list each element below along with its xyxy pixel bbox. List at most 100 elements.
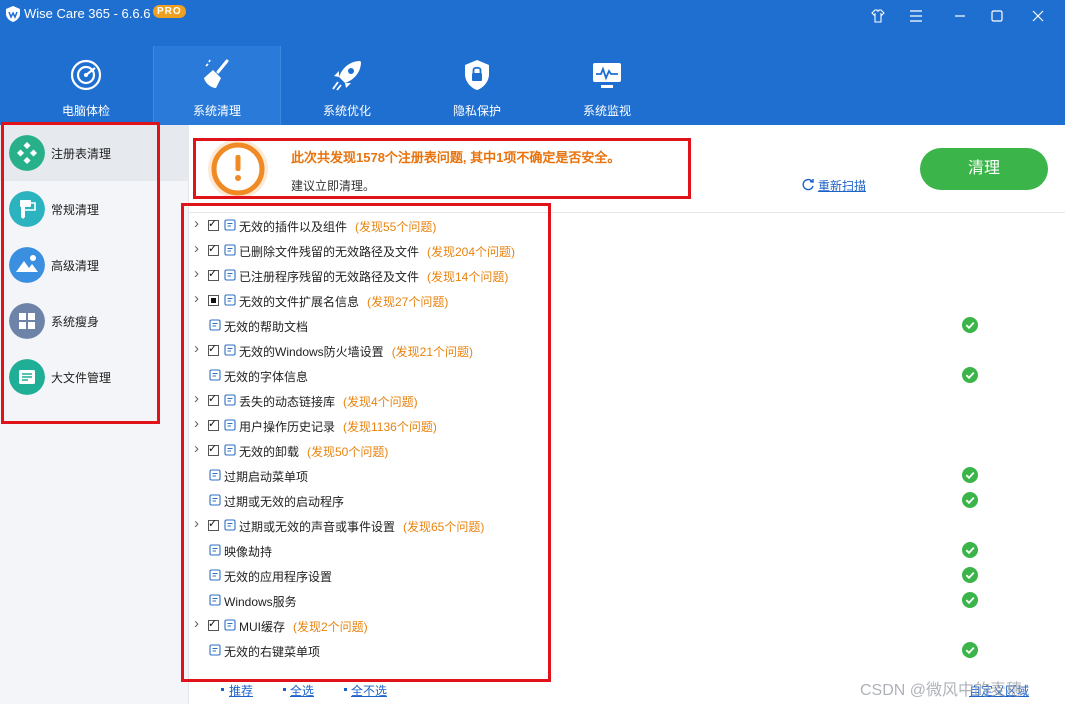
history-icon: [224, 419, 236, 431]
close-icon[interactable]: [1028, 6, 1048, 26]
brush-icon: [9, 191, 45, 227]
expand-chevron-icon[interactable]: ›: [194, 240, 199, 257]
radar-icon: [70, 59, 102, 91]
issue-count: (发现14个问题): [427, 270, 509, 284]
registry-issue-row[interactable]: › ✓ 无效的插件以及组件 (发现55个问题): [189, 213, 1065, 238]
expand-chevron-icon[interactable]: ›: [194, 340, 199, 357]
issue-checkbox[interactable]: [208, 295, 219, 306]
title-bar: Wise Care 365 - 6.6.6 PRO: [0, 0, 1065, 30]
issue-name: 映像劫持: [224, 545, 273, 559]
issue-label-group: MUI缓存 (发现2个问题): [239, 618, 368, 635]
registry-issue-row[interactable]: › ✓ 无效的Windows防火墙设置 (发现21个问题): [189, 338, 1065, 363]
registry-issue-row[interactable]: 无效的右键菜单项: [189, 638, 1065, 663]
registry-issue-row[interactable]: › 无效的文件扩展名信息 (发现27个问题): [189, 288, 1065, 313]
issue-checkbox[interactable]: ✓: [208, 218, 219, 231]
expand-chevron-icon[interactable]: ›: [194, 415, 199, 432]
registry-issue-row[interactable]: › ✓ MUI缓存 (发现2个问题): [189, 613, 1065, 638]
clean-button[interactable]: 清理: [920, 148, 1048, 190]
sidebar-item-label: 注册表清理: [51, 147, 112, 161]
issue-checkbox[interactable]: ✓: [208, 618, 219, 631]
skin-icon[interactable]: [868, 6, 888, 26]
registry-issue-row[interactable]: Windows服务: [189, 588, 1065, 613]
expand-chevron-icon[interactable]: ›: [194, 615, 199, 632]
select-all-link[interactable]: 全选: [290, 682, 314, 699]
issue-checkbox[interactable]: ✓: [208, 518, 219, 531]
registry-icon: [9, 135, 45, 171]
select-none-link[interactable]: 全不选: [351, 682, 387, 699]
checkmark-icon: ✓: [208, 218, 218, 230]
sidebar-item-label: 高级清理: [51, 259, 100, 273]
expand-chevron-icon[interactable]: ›: [194, 390, 199, 407]
issue-label-group: 无效的卸载 (发现50个问题): [239, 443, 388, 460]
refresh-icon: [802, 178, 814, 191]
checkmark-icon: ✓: [208, 443, 218, 455]
issue-checkbox[interactable]: ✓: [208, 418, 219, 431]
registry-issue-row[interactable]: 无效的字体信息: [189, 363, 1065, 388]
registry-issue-row[interactable]: › ✓ 过期或无效的声音或事件设置 (发现65个问题): [189, 513, 1065, 538]
expand-chevron-icon[interactable]: ›: [194, 515, 199, 532]
ok-check-icon: [962, 467, 978, 483]
issue-label-group: 用户操作历史记录 (发现1136个问题): [239, 418, 437, 435]
tab-privacy-protect[interactable]: 隐私保护: [413, 46, 541, 125]
issue-name: 无效的文件扩展名信息: [239, 295, 360, 309]
issue-checkbox[interactable]: ✓: [208, 343, 219, 356]
registry-issue-row[interactable]: › ✓ 用户操作历史记录 (发现1136个问题): [189, 413, 1065, 438]
uninstall-icon: [224, 444, 236, 456]
tab-pc-checkup[interactable]: 电脑体检: [22, 46, 150, 125]
sidebar-item-regular-clean[interactable]: 常规清理: [0, 181, 189, 237]
windows-icon: [9, 303, 45, 339]
expand-chevron-icon[interactable]: ›: [194, 265, 199, 282]
menu-icon[interactable]: [906, 6, 926, 26]
monitor-icon: [593, 63, 621, 88]
scan-summary-subtitle: 建议立即清理。: [291, 179, 376, 193]
issue-name: 无效的卸载: [239, 445, 300, 459]
issue-checkbox[interactable]: ✓: [208, 243, 219, 256]
scan-result-header: 此次共发现1578个注册表问题, 其中1项不确定是否安全。 建议立即清理。 重新…: [189, 125, 1065, 213]
lock-shield-icon: [465, 60, 489, 90]
expand-chevron-icon[interactable]: ›: [194, 440, 199, 457]
issue-count: (发现27个问题): [367, 295, 449, 309]
recommend-link[interactable]: 推荐: [229, 682, 253, 699]
issue-label-group: 无效的插件以及组件 (发现55个问题): [239, 218, 436, 235]
issue-label-group: 无效的Windows防火墙设置 (发现21个问题): [239, 343, 473, 360]
registry-issue-row[interactable]: › ✓ 无效的卸载 (发现50个问题): [189, 438, 1065, 463]
tab-system-clean[interactable]: 系统清理: [153, 46, 281, 125]
sidebar-item-advanced-clean[interactable]: 高级清理: [0, 237, 189, 293]
issue-count: (发现21个问题): [391, 345, 474, 359]
sidebar-item-registry-clean[interactable]: 注册表清理: [0, 125, 189, 181]
issue-checkbox[interactable]: ✓: [208, 268, 219, 281]
app-title: Wise Care 365 - 6.6.6: [24, 6, 151, 21]
registry-issue-row[interactable]: › ✓ 丢失的动态链接库 (发现4个问题): [189, 388, 1065, 413]
expand-chevron-icon[interactable]: ›: [194, 290, 199, 307]
mouse-icon: [209, 644, 221, 656]
registry-issue-row[interactable]: › ✓ 已删除文件残留的无效路径及文件 (发现204个问题): [189, 238, 1065, 263]
issue-name: 过期或无效的声音或事件设置: [239, 520, 396, 534]
registry-issue-row[interactable]: 过期启动菜单项: [189, 463, 1065, 488]
registry-issue-row[interactable]: 映像劫持: [189, 538, 1065, 563]
watermark: CSDN @微风中的麦穗: [860, 682, 1023, 699]
registry-issue-row[interactable]: 无效的帮助文档: [189, 313, 1065, 338]
scan-summary-title: 此次共发现1578个注册表问题, 其中1项不确定是否安全。: [291, 150, 621, 165]
sidebar-item-large-file-manager[interactable]: 大文件管理: [0, 349, 189, 405]
issue-name: 无效的帮助文档: [224, 320, 309, 334]
issue-checkbox[interactable]: ✓: [208, 393, 219, 406]
rescan-link[interactable]: 重新扫描: [818, 177, 866, 194]
registry-issue-row[interactable]: › ✓ 已注册程序残留的无效路径及文件 (发现14个问题): [189, 263, 1065, 288]
expand-chevron-icon[interactable]: ›: [194, 215, 199, 232]
issue-count: (发现50个问题): [307, 445, 389, 459]
issue-name: 无效的应用程序设置: [224, 570, 333, 584]
checkmark-icon: ✓: [208, 268, 218, 280]
ok-check-icon: [962, 367, 978, 383]
sidebar-item-system-slim[interactable]: 系统瘦身: [0, 293, 189, 349]
firewall-shield-icon: [224, 344, 236, 356]
issue-name: 已注册程序残留的无效路径及文件: [239, 270, 420, 284]
tab-system-optimize[interactable]: 系统优化: [283, 46, 411, 125]
issue-checkbox[interactable]: ✓: [208, 443, 219, 456]
registry-issue-row[interactable]: 过期或无效的启动程序: [189, 488, 1065, 513]
tab-system-monitor[interactable]: 系统监视: [543, 46, 671, 125]
plugin-icon: [224, 219, 236, 231]
issue-label-group: 丢失的动态链接库 (发现4个问题): [239, 393, 418, 410]
minimize-icon[interactable]: [950, 6, 970, 26]
maximize-icon[interactable]: [987, 6, 1007, 26]
registry-issue-row[interactable]: 无效的应用程序设置: [189, 563, 1065, 588]
